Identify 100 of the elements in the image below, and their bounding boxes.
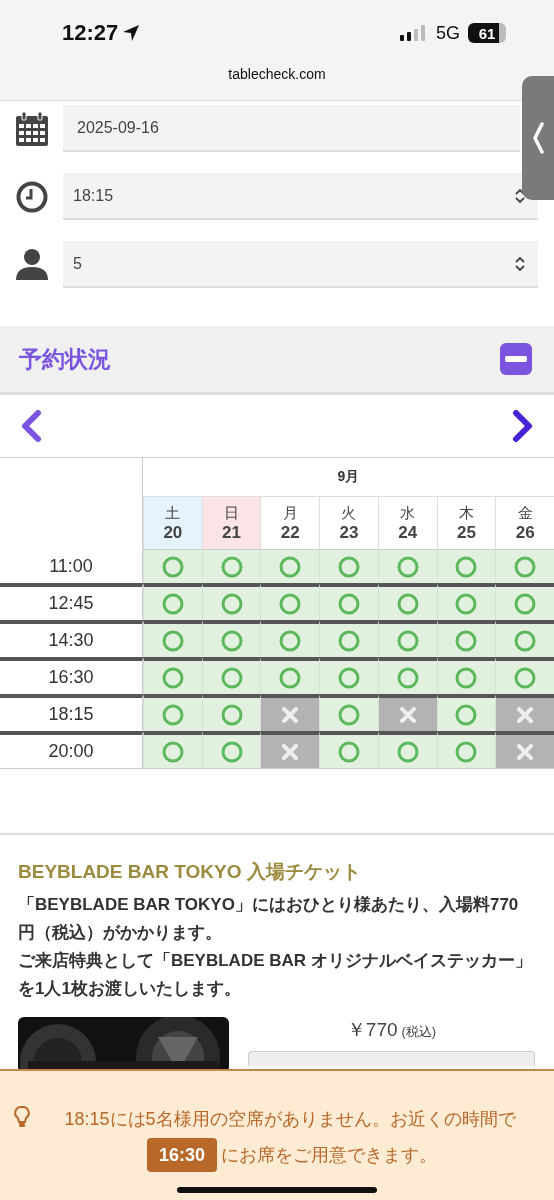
circle-icon bbox=[220, 666, 243, 689]
available-slot[interactable] bbox=[260, 657, 320, 694]
available-slot[interactable] bbox=[377, 657, 437, 694]
available-slot[interactable] bbox=[201, 583, 261, 620]
available-slot[interactable] bbox=[319, 657, 378, 694]
unavailable-slot[interactable] bbox=[260, 694, 320, 731]
circle-icon bbox=[455, 740, 478, 763]
circle-icon bbox=[161, 740, 184, 763]
circle-icon bbox=[396, 740, 419, 763]
available-slot[interactable] bbox=[260, 620, 320, 657]
circle-icon bbox=[338, 740, 360, 763]
circle-icon bbox=[455, 555, 478, 578]
circle-icon bbox=[338, 592, 360, 615]
ticket-description: 「BEYBLADE BAR TOKYO」にはおひとり様あたり、入場料770円（税込）がかかります。 bbox=[18, 894, 520, 944]
circle-icon bbox=[396, 592, 419, 615]
available-slot[interactable] bbox=[319, 731, 378, 768]
unavailable-slot[interactable] bbox=[495, 731, 554, 768]
available-slot[interactable] bbox=[319, 583, 378, 620]
cross-icon bbox=[517, 706, 534, 723]
lightbulb-icon bbox=[14, 1105, 30, 1129]
circle-icon bbox=[455, 629, 478, 652]
circle-icon bbox=[396, 555, 419, 578]
location-arrow-icon bbox=[122, 24, 141, 42]
calendar-icon bbox=[14, 110, 49, 147]
available-slot[interactable] bbox=[436, 694, 496, 731]
time-suggestion-button[interactable]: 16:30 bbox=[146, 1138, 217, 1172]
circle-icon bbox=[161, 703, 184, 726]
available-slot[interactable] bbox=[143, 657, 202, 694]
circle-icon bbox=[279, 555, 302, 578]
chevron-left-icon bbox=[532, 122, 544, 154]
previous-week-icon[interactable] bbox=[20, 410, 42, 442]
circle-icon bbox=[279, 629, 302, 652]
circle-icon bbox=[514, 666, 537, 689]
cross-icon bbox=[282, 706, 299, 723]
available-slot[interactable] bbox=[495, 657, 554, 694]
url-text[interactable]: tablecheck.com bbox=[228, 66, 326, 82]
available-slot[interactable] bbox=[319, 694, 378, 731]
circle-icon bbox=[396, 666, 419, 689]
circle-icon bbox=[514, 555, 537, 578]
available-slot[interactable] bbox=[201, 731, 261, 768]
select-field[interactable]: 18:15 bbox=[63, 173, 538, 220]
circle-icon bbox=[161, 555, 184, 578]
clock-icon bbox=[15, 180, 48, 213]
circle-icon bbox=[220, 629, 243, 652]
circle-icon bbox=[514, 629, 537, 652]
available-slot[interactable] bbox=[201, 694, 261, 731]
cross-icon bbox=[399, 706, 416, 723]
tax-note: (税込) bbox=[401, 1023, 437, 1041]
select-field[interactable]: 5 bbox=[63, 241, 538, 288]
available-slot[interactable] bbox=[143, 583, 202, 620]
available-slot[interactable] bbox=[495, 620, 554, 657]
circle-icon bbox=[161, 666, 184, 689]
available-slot[interactable] bbox=[201, 620, 261, 657]
available-slot[interactable] bbox=[436, 657, 496, 694]
side-handle[interactable] bbox=[522, 76, 554, 200]
date-field[interactable]: 2025-09-16 bbox=[63, 105, 520, 152]
circle-icon bbox=[220, 703, 243, 726]
circle-icon bbox=[220, 740, 243, 763]
ticket-title: BEYBLADE BAR TOKYO 入場チケット bbox=[18, 860, 362, 884]
available-slot[interactable] bbox=[436, 583, 496, 620]
available-slot[interactable] bbox=[377, 731, 437, 768]
available-slot[interactable] bbox=[495, 583, 554, 620]
available-slot[interactable] bbox=[436, 620, 496, 657]
unavailable-slot[interactable] bbox=[260, 731, 320, 768]
circle-icon bbox=[455, 592, 478, 615]
unavailable-slot[interactable] bbox=[495, 694, 554, 731]
available-slot[interactable] bbox=[201, 657, 261, 694]
unavailable-slot[interactable] bbox=[377, 694, 437, 731]
circle-icon bbox=[338, 703, 360, 726]
available-slot[interactable] bbox=[319, 620, 378, 657]
available-slot[interactable] bbox=[143, 694, 202, 731]
day-header: 日 21 bbox=[201, 497, 261, 550]
circle-icon bbox=[220, 555, 243, 578]
circle-icon bbox=[338, 666, 360, 689]
circle-icon bbox=[455, 703, 478, 726]
circle-icon bbox=[161, 592, 184, 615]
available-slot[interactable] bbox=[143, 731, 202, 768]
next-week-icon[interactable] bbox=[512, 410, 534, 442]
collapse-button[interactable] bbox=[500, 343, 532, 375]
signal-icon bbox=[400, 25, 428, 41]
notice-text: 18:15には5名様用の空席がありません。お近くの時間で 16:30 にお席をご用意できます。 bbox=[38, 1101, 542, 1173]
circle-icon bbox=[279, 666, 302, 689]
cross-icon bbox=[517, 743, 534, 760]
circle-icon bbox=[396, 629, 419, 652]
circle-icon bbox=[514, 592, 537, 615]
circle-icon bbox=[455, 666, 478, 689]
circle-icon bbox=[279, 592, 302, 615]
price: ￥770 bbox=[346, 1018, 398, 1042]
battery-icon: 61 bbox=[468, 23, 506, 43]
available-slot[interactable] bbox=[436, 731, 496, 768]
available-slot[interactable] bbox=[143, 620, 202, 657]
ticket-description: ご来店特典として「BEYBLADE BAR オリジナルベイステッカー」を1人1枚お渡しいたします。 bbox=[18, 950, 533, 1000]
sort-arrows-icon bbox=[514, 186, 526, 205]
available-slot[interactable] bbox=[260, 583, 320, 620]
circle-icon bbox=[161, 629, 184, 652]
cross-icon bbox=[282, 743, 299, 760]
clock-time: 12:27 bbox=[62, 20, 119, 46]
circle-icon bbox=[220, 592, 243, 615]
available-slot[interactable] bbox=[377, 620, 437, 657]
available-slot[interactable] bbox=[377, 583, 437, 620]
